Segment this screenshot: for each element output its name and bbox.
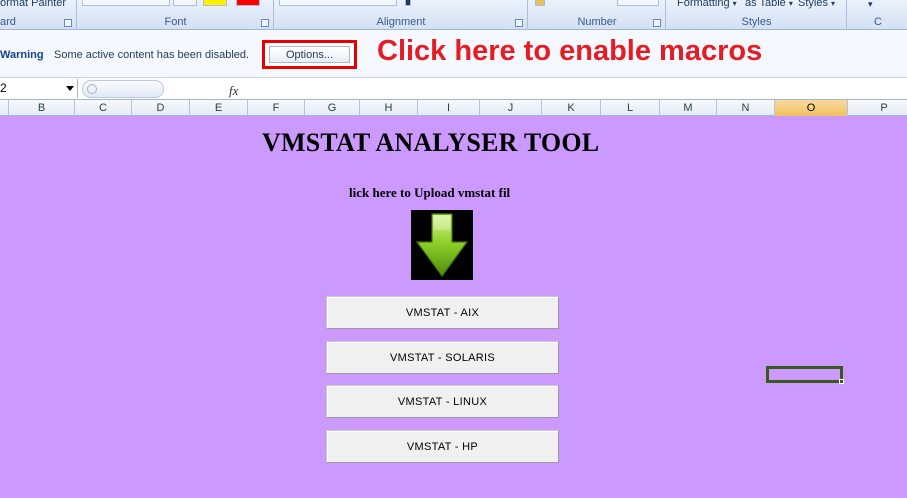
column-header-e[interactable]: E bbox=[190, 100, 248, 116]
font-color-button[interactable] bbox=[173, 0, 197, 6]
vmstat-solaris-button[interactable]: VMSTAT - SOLARIS bbox=[326, 341, 559, 374]
ribbon: ormat Painter ard Font Alignment Number … bbox=[0, 0, 907, 30]
clipboard-dialog-launcher[interactable] bbox=[64, 19, 72, 27]
ribbon-group-number: Number bbox=[529, 0, 666, 30]
cells-dropdown-icon[interactable]: ▾ bbox=[868, 0, 873, 10]
column-header-p[interactable]: P bbox=[848, 100, 907, 116]
column-header-i[interactable]: I bbox=[418, 100, 480, 116]
alignment-buttons[interactable] bbox=[279, 0, 397, 6]
selected-cell[interactable] bbox=[766, 366, 844, 384]
styles-group-label: Styles bbox=[741, 16, 772, 28]
text-color-button[interactable] bbox=[236, 0, 260, 6]
column-header-partial[interactable] bbox=[0, 100, 9, 116]
formula-bar-expander[interactable]: fx bbox=[82, 80, 238, 98]
column-header-m[interactable]: M bbox=[660, 100, 717, 116]
ribbon-group-cells: ▾ C bbox=[848, 0, 907, 30]
download-arrow-graphic bbox=[415, 213, 469, 278]
column-headers: BCDEFGHIJKLMNOP bbox=[0, 100, 907, 116]
fill-handle[interactable] bbox=[839, 379, 844, 384]
ribbon-group-alignment: Alignment bbox=[275, 0, 528, 30]
ribbon-group-font: Font bbox=[78, 0, 274, 30]
cell-styles-button[interactable]: Styles ▾ bbox=[798, 0, 835, 9]
security-warning-title: Warning bbox=[0, 49, 44, 61]
column-header-d[interactable]: D bbox=[132, 100, 190, 116]
options-highlight-box: Options... bbox=[262, 40, 357, 69]
security-warning-bar: Warning Some active content has been dis… bbox=[0, 30, 907, 78]
cells-group-label: C bbox=[874, 16, 882, 28]
column-header-o[interactable]: O bbox=[775, 100, 848, 116]
font-group-label: Font bbox=[164, 16, 187, 28]
column-header-f[interactable]: F bbox=[248, 100, 305, 116]
options-button[interactable]: Options... bbox=[269, 46, 350, 63]
sheet-title: VMSTAT ANALYSER TOOL bbox=[262, 128, 600, 157]
format-painter-button[interactable]: ormat Painter bbox=[0, 0, 66, 9]
column-header-n[interactable]: N bbox=[717, 100, 775, 116]
column-header-l[interactable]: L bbox=[601, 100, 660, 116]
column-header-b[interactable]: B bbox=[9, 100, 75, 116]
formula-input[interactable] bbox=[166, 79, 907, 98]
font-name-box[interactable] bbox=[82, 0, 170, 6]
accounting-format-icon[interactable] bbox=[535, 0, 545, 6]
expander-circle-icon bbox=[87, 84, 97, 94]
column-header-h[interactable]: H bbox=[360, 100, 418, 116]
format-as-table-button[interactable]: as Table ▾ bbox=[745, 0, 793, 9]
name-box-dropdown-icon[interactable] bbox=[66, 86, 74, 91]
formula-bar: 2 fx bbox=[0, 78, 907, 100]
alignment-group-label: Alignment bbox=[376, 16, 426, 28]
column-header-j[interactable]: J bbox=[480, 100, 542, 116]
column-header-c[interactable]: C bbox=[75, 100, 132, 116]
security-warning-text: Some active content has been disabled. bbox=[54, 49, 250, 61]
download-arrow-icon[interactable] bbox=[411, 210, 473, 280]
column-header-g[interactable]: G bbox=[305, 100, 360, 116]
name-box[interactable]: 2 bbox=[0, 79, 78, 98]
number-dialog-launcher[interactable] bbox=[653, 19, 661, 27]
number-format-buttons[interactable] bbox=[617, 0, 659, 6]
wrap-text-icon[interactable] bbox=[405, 0, 411, 6]
column-header-k[interactable]: K bbox=[542, 100, 601, 116]
number-group-label: Number bbox=[577, 16, 617, 28]
highlight-color-button[interactable] bbox=[203, 0, 227, 6]
enable-macros-annotation: Click here to enable macros bbox=[377, 35, 763, 67]
vmstat-hp-button[interactable]: VMSTAT - HP bbox=[326, 430, 559, 463]
vmstat-aix-button[interactable]: VMSTAT - AIX bbox=[326, 296, 559, 329]
font-dialog-launcher[interactable] bbox=[261, 19, 269, 27]
upload-label: lick here to Upload vmstat fil bbox=[349, 185, 511, 200]
name-box-value: 2 bbox=[0, 81, 7, 95]
conditional-formatting-button[interactable]: Formatting ▾ bbox=[677, 0, 737, 9]
alignment-dialog-launcher[interactable] bbox=[515, 19, 523, 27]
vmstat-linux-button[interactable]: VMSTAT - LINUX bbox=[326, 385, 559, 418]
ribbon-group-styles: Formatting ▾ as Table ▾ Styles ▾ Styles bbox=[667, 0, 847, 30]
ribbon-group-clipboard: ormat Painter ard bbox=[0, 0, 77, 30]
